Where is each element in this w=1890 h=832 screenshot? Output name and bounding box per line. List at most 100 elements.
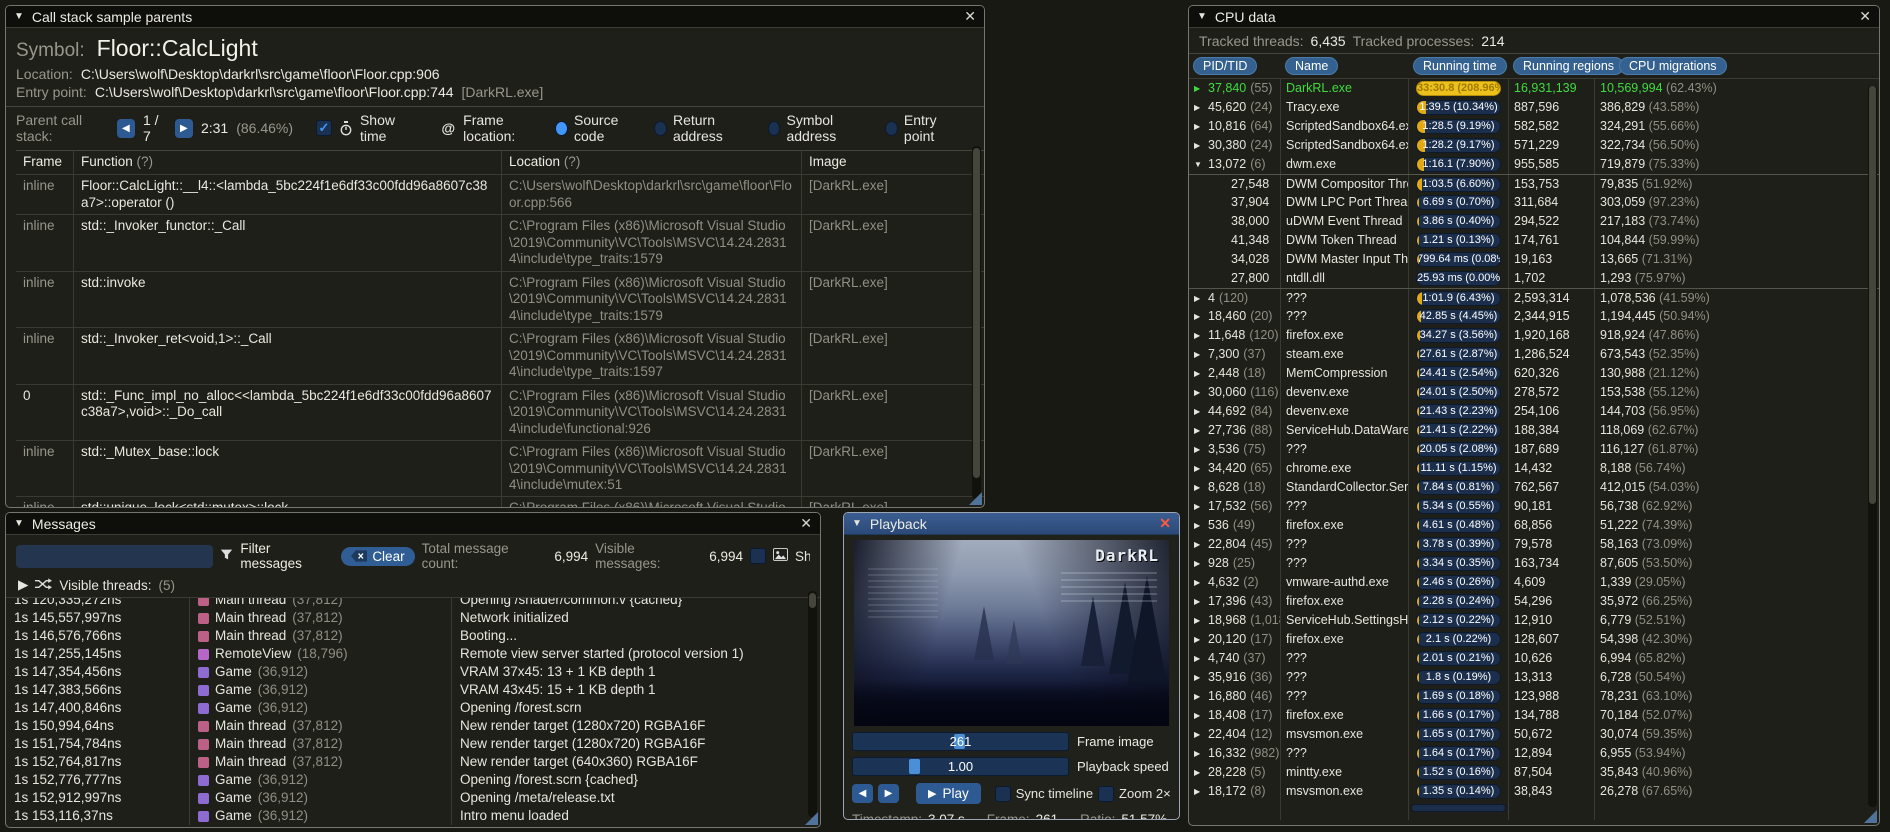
cpu-table-row[interactable]: ▶ 28,228 (5) mintty.exe 1.52 s (0.16%) 8… [1189,763,1879,782]
radio-symbol-address[interactable]: Symbol address [767,112,872,144]
message-row[interactable]: 1s 153,116,37ns Game (36,912) Intro menu… [6,807,806,825]
cpu-table-row[interactable]: ▶ 18,460 (20) ??? 42.85 s (4.45%) 2,344,… [1189,307,1879,326]
pid-cell[interactable]: ▶ 3,536 (75) [1189,440,1281,459]
cpu-table-row[interactable]: ▶ 16,332 (982) ??? 1.64 s (0.17%) 12,894… [1189,744,1879,763]
expand-arrow-icon[interactable]: ▶ [1194,421,1204,440]
pid-cell[interactable]: ▶ 8,628 (18) [1189,478,1281,497]
expand-arrow-icon[interactable]: ▶ [1194,782,1204,801]
show-images-checkbox[interactable] [750,548,767,564]
cpu-table-row[interactable]: ▶ 37,840 (55) DarkRL.exe 33:30.8 (208.96… [1189,79,1879,98]
cpu-table-row[interactable]: ▶ 17,396 (43) firefox.exe 2.28 s (0.24%)… [1189,592,1879,611]
expand-arrow-icon[interactable]: ▶ [1194,459,1204,478]
pid-cell[interactable]: ▶ 44,692 (84) [1189,402,1281,421]
source-location[interactable]: C:\Program Files (x86)\Microsoft Visual … [502,497,802,507]
source-location[interactable]: C:\Program Files (x86)\Microsoft Visual … [502,441,802,498]
pid-cell[interactable]: ▶ 22,404 (12) [1189,725,1281,744]
cpu-table-row[interactable]: ▶ 17,532 (56) ??? 5.34 s (0.55%) 90,181 … [1189,497,1879,516]
messages-scrollbar[interactable] [808,591,817,817]
pid-cell[interactable]: ▶ 35,916 (36) [1189,668,1281,687]
cpu-table-row[interactable]: ▶ 18,408 (17) firefox.exe 1.66 s (0.17%)… [1189,706,1879,725]
cpu-scrollbar[interactable] [1868,86,1877,807]
expand-arrow-icon[interactable]: ▶ [1194,440,1204,459]
pid-cell[interactable]: ▶ 16,880 (46) [1189,687,1281,706]
frame-image-slider[interactable]: 261 [852,732,1069,751]
filter-input[interactable] [16,544,214,568]
pid-cell[interactable]: ▶ 536 (49) [1189,516,1281,535]
function-name[interactable]: std::_Mutex_base::lock [74,441,502,498]
callstack-table-row[interactable]: 0 std::_Func_impl_no_alloc<<lambda_5bc22… [16,384,984,442]
callstack-table-row[interactable]: inline std::_Invoker_ret<void,1>::_Call … [16,328,984,385]
function-name[interactable]: std::_Invoker_functor::_Call [74,215,502,272]
callstack-table-row[interactable]: inline Floor::CalcLight::__l4::<lambda_5… [16,175,984,216]
source-location[interactable]: C:\Users\wolf\Desktop\darkrl\src\game\fl… [502,175,802,216]
cpu-table-row[interactable]: ▶ 10,816 (64) ScriptedSandbox64.exe 1:28… [1189,117,1879,136]
pid-cell[interactable]: ▶ 16,332 (982) [1189,744,1281,763]
radio-icon[interactable] [555,120,569,136]
expand-arrow-icon[interactable]: ▶ [1194,364,1204,383]
scrollbar-handle[interactable] [973,148,980,478]
message-row[interactable]: 1s 145,557,997ns Main thread (37,812) Ne… [6,609,806,627]
function-name[interactable]: std::unique_lock<std::mutex>::lock [74,497,502,507]
next-frame-button[interactable]: ▶ [878,784,899,803]
pid-cell[interactable]: ▶ 928 (25) [1189,554,1281,573]
col-header-name[interactable]: Name [1285,57,1339,75]
message-row[interactable]: 1s 152,912,997ns Game (36,912) Opening /… [6,789,806,807]
pid-cell[interactable]: ▶ 7,300 (37) [1189,345,1281,364]
cpu-table-row[interactable]: ▶ 22,404 (12) msvsmon.exe 1.65 s (0.17%)… [1189,725,1879,744]
function-name[interactable]: std::invoke [74,271,502,329]
message-row[interactable]: 1s 151,754,784ns Main thread (37,812) Ne… [6,735,806,753]
pid-cell[interactable]: ▶ 17,396 (43) [1189,592,1281,611]
expand-arrow-icon[interactable]: ▶ [1194,117,1204,136]
pid-cell[interactable]: ▶ 30,380 (24) [1189,136,1281,155]
collapse-arrow-icon[interactable]: ▼ [1197,11,1207,22]
pid-cell[interactable]: ▼ 13,072 (6) [1189,155,1281,174]
expand-arrow-icon[interactable]: ▶ [1194,136,1204,155]
callstack-scrollbar[interactable] [972,146,981,499]
cpu-table-row[interactable]: 27,548 DWM Compositor Thread 1:03.5 (6.6… [1189,174,1879,193]
cpu-table-row[interactable]: 41,348 DWM Token Thread 1.21 s (0.13%) 1… [1189,231,1879,250]
expand-arrow-icon[interactable]: ▶ [1194,611,1204,630]
pid-cell[interactable]: ▶ 4,632 (2) [1189,573,1281,592]
expand-arrow-icon[interactable]: ▶ [1194,98,1204,117]
pid-cell[interactable]: ▶ 18,172 (8) [1189,782,1281,801]
message-row[interactable]: 1s 147,400,846ns Game (36,912) Opening /… [6,699,806,717]
expand-arrow-icon[interactable]: ▶ [1194,478,1204,497]
col-header-location[interactable]: Location (?) [502,151,802,176]
collapse-arrow-icon[interactable]: ▼ [14,518,24,529]
visible-threads-row[interactable]: ▶ Visible threads: (5) [6,575,820,598]
pid-cell[interactable]: 41,348 [1189,231,1281,250]
cpu-table-row[interactable]: 37,904 DWM LPC Port Thread 6.69 s (0.70%… [1189,193,1879,212]
cpu-table-row[interactable]: 38,000 uDWM Event Thread 3.86 s (0.40%) … [1189,212,1879,231]
expand-arrow-icon[interactable]: ▶ [1194,402,1204,421]
cpu-table-row[interactable]: ▶ 4,740 (37) ??? 2.01 s (0.21%) 10,626 6… [1189,649,1879,668]
prev-frame-button[interactable]: ◀ [852,784,873,803]
cpu-table-row[interactable]: ▶ 7,300 (37) steam.exe 27.61 s (2.87%) 1… [1189,345,1879,364]
col-header-pid-tid[interactable]: PID/TID [1193,57,1258,75]
show-time-checkbox[interactable] [315,120,332,136]
cpu-table-row[interactable]: ▶ 18,968 (1,018) ServiceHub.SettingsHost… [1189,611,1879,630]
expand-arrow-icon[interactable]: ▶ [1194,668,1204,687]
col-header-image[interactable]: Image [802,151,984,176]
pid-cell[interactable]: ▶ 18,460 (20) [1189,307,1281,326]
close-icon[interactable]: ✕ [1159,515,1171,532]
cpu-table-row[interactable]: ▶ 3,536 (75) ??? 20.05 s (2.08%) 187,689… [1189,440,1879,459]
radio-icon[interactable] [885,120,898,136]
pid-cell[interactable]: ▶ 18,408 (17) [1189,706,1281,725]
radio-icon[interactable] [654,120,667,136]
col-header-running-time[interactable]: Running time [1413,57,1507,75]
expand-arrow-icon[interactable]: ▶ [1194,725,1204,744]
cpu-table-row[interactable]: 34,028 DWM Master Input Thread 799.64 ms… [1189,250,1879,269]
cpu-table-row[interactable]: ▶ 27,736 (88) ServiceHub.DataWarehouse 2… [1189,421,1879,440]
cpu-table-row[interactable]: ▶ 20,120 (17) firefox.exe 2.1 s (0.22%) … [1189,630,1879,649]
cpu-table-row[interactable]: ▶ 536 (49) firefox.exe 4.61 s (0.48%) 68… [1189,516,1879,535]
pid-cell[interactable]: ▶ 22,804 (45) [1189,535,1281,554]
cpu-table-row[interactable]: ▶ 30,060 (116) devenv.exe 24.01 s (2.50%… [1189,383,1879,402]
function-name[interactable]: std::_Func_impl_no_alloc<<lambda_5bc224f… [74,384,502,442]
expand-arrow-icon[interactable]: ▶ [1194,383,1204,402]
message-row[interactable]: 1s 120,335,272ns Main thread (37,812) Op… [6,598,806,609]
callstack-table-row[interactable]: inline std::_Invoker_functor::_Call C:\P… [16,215,984,272]
close-icon[interactable]: ✕ [1859,8,1871,25]
pid-cell[interactable]: 27,800 [1189,269,1281,288]
function-name[interactable]: Floor::CalcLight::__l4::<lambda_5bc224f1… [74,175,502,216]
expand-arrow-icon[interactable]: ▶ [1194,307,1204,326]
